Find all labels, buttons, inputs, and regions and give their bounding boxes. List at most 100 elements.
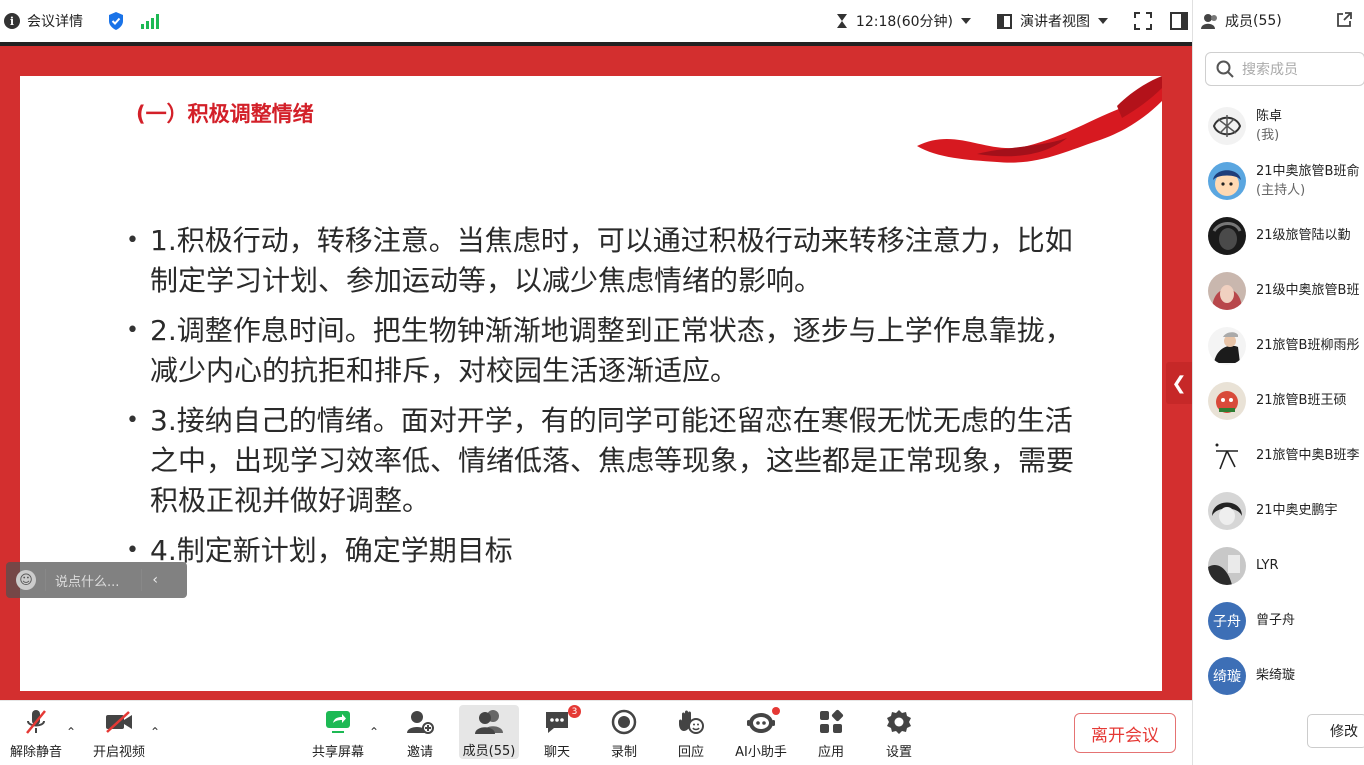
unmute-label: 解除静音 (9, 745, 62, 760)
sidebar-toggle-icon[interactable] (1170, 12, 1188, 30)
member-role: (我) (1256, 127, 1280, 143)
avatar (1208, 436, 1246, 475)
info-icon: i (4, 13, 20, 29)
apps-grid-icon (820, 709, 844, 733)
collapse-panel-button[interactable]: ❮ (1166, 362, 1192, 404)
settings-label: 设置 (885, 745, 912, 760)
slide-bullet-list: 1.积极行动，转移注意。当焦虑时，可以通过积极行动来转移注意力，比如制定学习计划… (126, 221, 1086, 581)
slide-bullet: 2.调整作息时间。把生物钟渐渐地调整到正常状态，逐步与上学作息靠拢，减少内心的抗… (126, 311, 1086, 391)
avatar (1208, 106, 1246, 145)
slide-bullet: 1.积极行动，转移注意。当焦虑时，可以通过积极行动来转移注意力，比如制定学习计划… (126, 221, 1086, 301)
top-bar: i 会议详情 12:18(60分钟) 演讲者视图 (0, 0, 1192, 42)
floating-chat-input[interactable]: ☺ 说点什么... ‹ (6, 562, 187, 598)
chat-input-placeholder[interactable]: 说点什么... (55, 571, 119, 590)
member-list: 陈卓 (我) 21中奥旅管B班俞 (主持人) 21级旅管陆以勤 21级中奥旅管B班 (1193, 98, 1364, 703)
avatar (1208, 326, 1246, 365)
avatar (1208, 491, 1246, 530)
list-item[interactable]: 子舟 曾子舟 (1193, 593, 1364, 648)
members-label: 成员(55) (462, 744, 516, 759)
reaction-label: 回应 (677, 745, 704, 760)
settings-button[interactable]: 设置 (869, 707, 929, 760)
member-name: 21旅管B班柳雨彤 (1256, 338, 1360, 353)
members-panel-title: 成员 (1225, 14, 1253, 30)
network-signal-icon[interactable] (141, 13, 159, 29)
pop-out-icon[interactable] (1336, 12, 1352, 28)
gear-icon (887, 710, 911, 734)
chevron-left-icon: ❮ (1171, 372, 1187, 394)
layout-icon (997, 13, 1012, 29)
list-item[interactable]: 21中奥旅管B班俞 (主持人) (1193, 153, 1364, 208)
member-name: 21中奥史鹏宇 (1256, 503, 1338, 518)
avatar: 子舟 (1208, 601, 1246, 640)
view-mode-label: 演讲者视图 (1020, 14, 1090, 30)
list-item[interactable]: 21级旅管陆以勤 (1193, 208, 1364, 263)
chat-icon (546, 712, 568, 733)
member-name: LYR (1256, 558, 1279, 573)
chevron-left-icon[interactable]: ‹ (152, 572, 158, 588)
search-placeholder: 搜索成员 (1242, 62, 1298, 78)
reaction-button[interactable]: 回应 (661, 707, 721, 760)
modify-name-button[interactable]: 修改 (1307, 714, 1364, 748)
member-name: 21级旅管陆以勤 (1256, 228, 1351, 243)
start-video-button[interactable]: 开启视频 (89, 707, 149, 760)
hourglass-icon (836, 14, 847, 28)
avatar (1208, 216, 1246, 255)
record-button[interactable]: 录制 (594, 707, 654, 760)
ai-assistant-label: AI小助手 (735, 745, 787, 760)
presentation-slide: (一）积极调整情绪 1.积极行动，转移注意。当焦虑时，可以通过积极行动来转移注意… (20, 76, 1162, 691)
avatar (1208, 381, 1246, 420)
invite-button[interactable]: 邀请 (390, 707, 450, 760)
members-button[interactable]: 成员(55) (459, 705, 519, 759)
ai-assistant-button[interactable]: AI小助手 (731, 707, 791, 760)
red-ribbon-decoration (917, 76, 1162, 163)
invite-label: 邀请 (406, 745, 433, 760)
emoji-icon[interactable]: ☺ (16, 570, 36, 590)
search-icon (1216, 60, 1234, 78)
list-item[interactable]: 绮璇 柴绮璇 (1193, 648, 1364, 703)
hand-emoji-icon (679, 710, 704, 734)
list-item[interactable]: 21旅管B班柳雨彤 (1193, 318, 1364, 373)
chevron-up-icon[interactable]: ⌃ (150, 725, 160, 739)
fullscreen-icon[interactable] (1134, 12, 1152, 30)
meeting-info-button[interactable]: i 会议详情 (4, 11, 83, 31)
chat-button[interactable]: 3 聊天 (527, 705, 587, 760)
share-screen-label: 共享屏幕 (311, 745, 364, 760)
microphone-muted-icon (26, 710, 46, 734)
member-name: 柴绮璇 (1256, 668, 1296, 683)
timer-text: 12:18(60分钟) (855, 14, 953, 30)
view-mode-dropdown[interactable]: 演讲者视图 (997, 11, 1108, 31)
start-video-label: 开启视频 (92, 745, 145, 760)
meeting-timer[interactable]: 12:18(60分钟) (836, 11, 971, 31)
list-item[interactable]: LYR (1193, 538, 1364, 593)
slide-title: (一）积极调整情绪 (136, 102, 314, 126)
avatar (1208, 546, 1246, 585)
member-name: 21级中奥旅管B班 (1256, 283, 1360, 298)
members-panel: 成员 (55) 搜索成员 陈卓 (我) 21中奥旅管B班俞 (主持人) 21级旅… (1192, 0, 1364, 765)
shield-icon[interactable] (107, 11, 125, 31)
member-name: 21旅管B班王硕 (1256, 393, 1347, 408)
notification-dot (772, 707, 780, 715)
chevron-down-icon (961, 18, 971, 24)
chat-unread-badge: 3 (568, 705, 581, 718)
list-item[interactable]: 21中奥史鹏宇 (1193, 483, 1364, 538)
member-search-input[interactable]: 搜索成员 (1205, 52, 1364, 86)
slide-bullet: 3.接纳自己的情绪。面对开学，有的同学可能还留恋在寒假无忧无虑的生活之中，出现学… (126, 401, 1086, 521)
camera-off-icon (106, 711, 132, 733)
list-item[interactable]: 21旅管B班王硕 (1193, 373, 1364, 428)
apps-button[interactable]: 应用 (801, 707, 861, 760)
slide-bullet: 4.制定新计划，确定学期目标 (126, 531, 1086, 571)
avatar: 绮璇 (1208, 656, 1246, 695)
record-icon (611, 709, 637, 735)
share-screen-button[interactable]: 共享屏幕 (308, 707, 368, 760)
chevron-up-icon[interactable]: ⌃ (66, 725, 76, 739)
chat-label: 聊天 (543, 745, 570, 760)
chevron-up-icon[interactable]: ⌃ (369, 725, 379, 739)
list-item[interactable]: 陈卓 (我) (1193, 98, 1364, 153)
chevron-down-icon (1098, 18, 1108, 24)
list-item[interactable]: 21旅管中奥B班李 (1193, 428, 1364, 483)
leave-meeting-button[interactable]: 离开会议 (1074, 713, 1176, 753)
list-item[interactable]: 21级中奥旅管B班 (1193, 263, 1364, 318)
unmute-button[interactable]: 解除静音 (6, 707, 66, 760)
member-name: 21中奥旅管B班俞 (1256, 163, 1360, 179)
members-panel-header: 成员 (55) (1193, 0, 1364, 42)
